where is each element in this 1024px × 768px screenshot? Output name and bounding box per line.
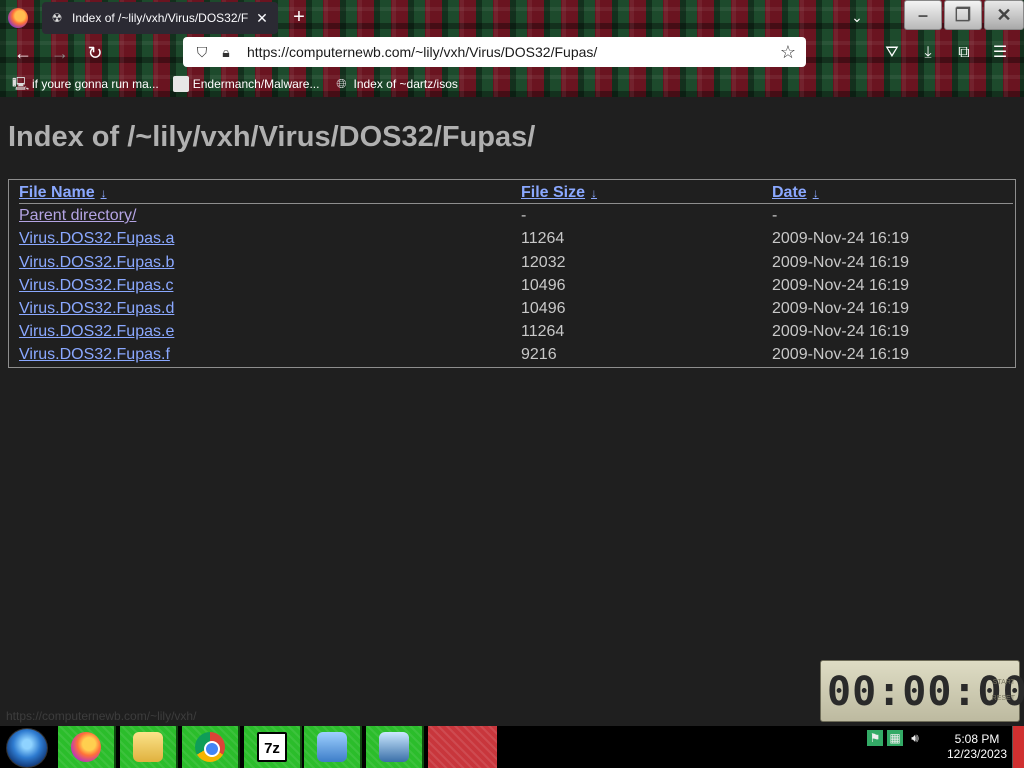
bookmarks-toolbar: 🖳 if youre gonna run ma... Endermanch/Ma… — [0, 70, 1024, 97]
file-size: 9216 — [521, 346, 557, 363]
page-favicon-icon: ☢ — [51, 11, 63, 25]
file-link[interactable]: Virus.DOS32.Fupas.d — [19, 300, 174, 318]
tray-time: 5:08 PM — [954, 732, 1000, 746]
file-size: 11264 — [521, 323, 565, 340]
link-status-tooltip: https://computernewb.com/~lily/vxh/ — [6, 709, 197, 723]
pocket-icon[interactable]: ⛛ — [879, 40, 905, 66]
taskbar-app-image-viewer[interactable] — [366, 726, 424, 768]
stopwatch-digits: 00:00:00 — [827, 669, 1024, 715]
parent-directory-link[interactable]: Parent directory/ — [19, 207, 136, 225]
header-file-size[interactable]: File Size ↓ — [521, 184, 597, 202]
file-listing-table: File Name ↓ File Size ↓ Date ↓ Parent direc… — [8, 179, 1016, 368]
tray-date: 12/23/2023 — [946, 747, 1008, 761]
file-size: - — [521, 207, 527, 224]
extensions-icon[interactable]: ⧉ — [951, 40, 977, 66]
firefox-menu-icon[interactable] — [8, 8, 28, 28]
computer-icon: 🖳 — [12, 75, 30, 91]
tray-clock[interactable]: 5:08 PM 12/23/2023 — [944, 732, 1010, 762]
volume-icon[interactable]: 🔊︎ — [907, 730, 923, 746]
minimize-button[interactable]: – — [904, 0, 942, 30]
file-link[interactable]: Virus.DOS32.Fupas.b — [19, 254, 174, 272]
file-date: 2009-Nov-24 16:19 — [772, 346, 909, 363]
file-date: 2009-Nov-24 16:19 — [772, 277, 909, 294]
control-panel-icon — [317, 732, 347, 762]
bookmark-label: Index of ~dartz/isos — [353, 76, 458, 91]
lock-icon[interactable]: 🔒︎ — [217, 44, 235, 61]
new-tab-icon[interactable]: + — [288, 6, 310, 28]
file-date: 2009-Nov-24 16:19 — [772, 323, 909, 340]
url-bar[interactable]: ⛉ 🔒︎ https://computernewb.com/~lily/vxh/… — [183, 37, 806, 67]
file-date: 2009-Nov-24 16:19 — [772, 230, 909, 247]
header-file-name[interactable]: File Name ↓ — [19, 184, 107, 202]
taskbar-app-control-panel[interactable] — [304, 726, 362, 768]
close-window-button[interactable]: ✕ — [984, 0, 1024, 30]
action-center-flag-icon[interactable]: ⚑ — [867, 730, 883, 746]
page-title: Index of /~lily/vxh/Virus/DOS32/Fupas/ — [8, 121, 536, 153]
browser-chrome: ☢ Index of /~lily/vxh/Virus/DOS32/Fupas/… — [0, 0, 1024, 97]
taskbar: 7z ⚑ ▦ 🔊︎ 5:08 PM 12/23/2023 — [0, 726, 1024, 768]
tab-bar: ☢ Index of /~lily/vxh/Virus/DOS32/Fupas/… — [0, 0, 1024, 36]
hamburger-menu-icon[interactable]: ☰ — [987, 40, 1013, 66]
back-arrow-icon[interactable]: ← — [10, 40, 36, 66]
taskbar-app-7zip[interactable]: 7z — [244, 726, 302, 768]
tab-close-icon[interactable]: ✕ — [254, 10, 270, 27]
downloads-icon[interactable]: ⤓ — [915, 40, 941, 66]
nav-bar: ← → ↻ ⛉ 🔒︎ https://computernewb.com/~lil… — [0, 36, 1024, 70]
7zip-icon: 7z — [257, 732, 287, 762]
bookmark-item[interactable]: 🖳 if youre gonna run ma... — [12, 76, 159, 92]
file-size: 10496 — [521, 277, 566, 294]
bookmark-label: Endermanch/Malware... — [192, 76, 320, 91]
image-viewer-icon — [379, 732, 409, 762]
file-link[interactable]: Virus.DOS32.Fupas.e — [19, 323, 174, 341]
firefox-icon — [71, 732, 101, 762]
sort-arrow-icon[interactable]: ↓ — [101, 186, 107, 200]
file-link[interactable]: Virus.DOS32.Fupas.f — [19, 346, 170, 364]
taskbar-app-chrome[interactable] — [182, 726, 240, 768]
bookmark-item[interactable]: 🌐︎ Index of ~dartz/isos — [333, 75, 458, 92]
file-size: 11264 — [521, 230, 565, 247]
bookmark-star-icon[interactable]: ☆ — [780, 42, 796, 63]
sort-arrow-icon[interactable]: ↓ — [813, 186, 819, 200]
shield-icon[interactable]: ⛉ — [193, 44, 211, 61]
show-desktop-button[interactable] — [1012, 726, 1024, 768]
taskbar-app-unknown[interactable] — [428, 726, 497, 768]
file-explorer-icon — [133, 732, 163, 762]
system-tray: ⚑ ▦ 🔊︎ — [867, 730, 923, 746]
file-date: 2009-Nov-24 16:19 — [772, 254, 909, 271]
sort-date-link[interactable]: Date — [772, 184, 807, 201]
stopwatch-reset-button[interactable]: RESET — [992, 695, 1015, 702]
header-date[interactable]: Date ↓ — [772, 184, 819, 202]
taskbar-app-firefox[interactable] — [58, 726, 116, 768]
restore-button[interactable]: ❐ — [944, 0, 982, 30]
stopwatch-widget[interactable]: 00:00:00 START RESET — [820, 660, 1024, 722]
tab-title: Index of /~lily/vxh/Virus/DOS32/Fupas/ — [72, 11, 248, 25]
stopwatch-start-button[interactable]: START — [993, 679, 1015, 686]
file-size: 12032 — [521, 254, 566, 271]
forward-arrow-icon[interactable]: → — [47, 40, 73, 66]
reload-icon[interactable]: ↻ — [82, 40, 108, 66]
file-link[interactable]: Virus.DOS32.Fupas.c — [19, 277, 173, 295]
bookmark-label: if youre gonna run ma... — [32, 76, 159, 91]
chevron-down-icon[interactable]: ⌄ — [846, 6, 868, 28]
bookmark-item[interactable]: Endermanch/Malware... — [172, 75, 320, 92]
sort-file-name-link[interactable]: File Name — [19, 184, 95, 201]
window-controls: – ❐ ✕ — [904, 0, 1024, 30]
file-link[interactable]: Virus.DOS32.Fupas.a — [19, 230, 174, 248]
file-size: 10496 — [521, 300, 566, 317]
sort-file-size-link[interactable]: File Size — [521, 184, 585, 201]
file-date: - — [772, 207, 778, 224]
github-icon — [172, 75, 189, 92]
taskbar-app-file-explorer[interactable] — [120, 726, 178, 768]
url-text[interactable]: https://computernewb.com/~lily/vxh/Virus… — [247, 44, 780, 60]
chrome-icon — [195, 732, 225, 762]
page-content: Index of /~lily/vxh/Virus/DOS32/Fupas/ F… — [0, 97, 1024, 726]
tab-active[interactable]: ☢ Index of /~lily/vxh/Virus/DOS32/Fupas/… — [42, 2, 278, 34]
start-button[interactable] — [6, 728, 48, 768]
sort-arrow-icon[interactable]: ↓ — [591, 186, 597, 200]
globe-icon: 🌐︎ — [336, 75, 347, 91]
file-date: 2009-Nov-24 16:19 — [772, 300, 909, 317]
network-icon[interactable]: ▦ — [887, 730, 903, 746]
table-header: File Name ↓ File Size ↓ Date ↓ — [19, 184, 1013, 204]
